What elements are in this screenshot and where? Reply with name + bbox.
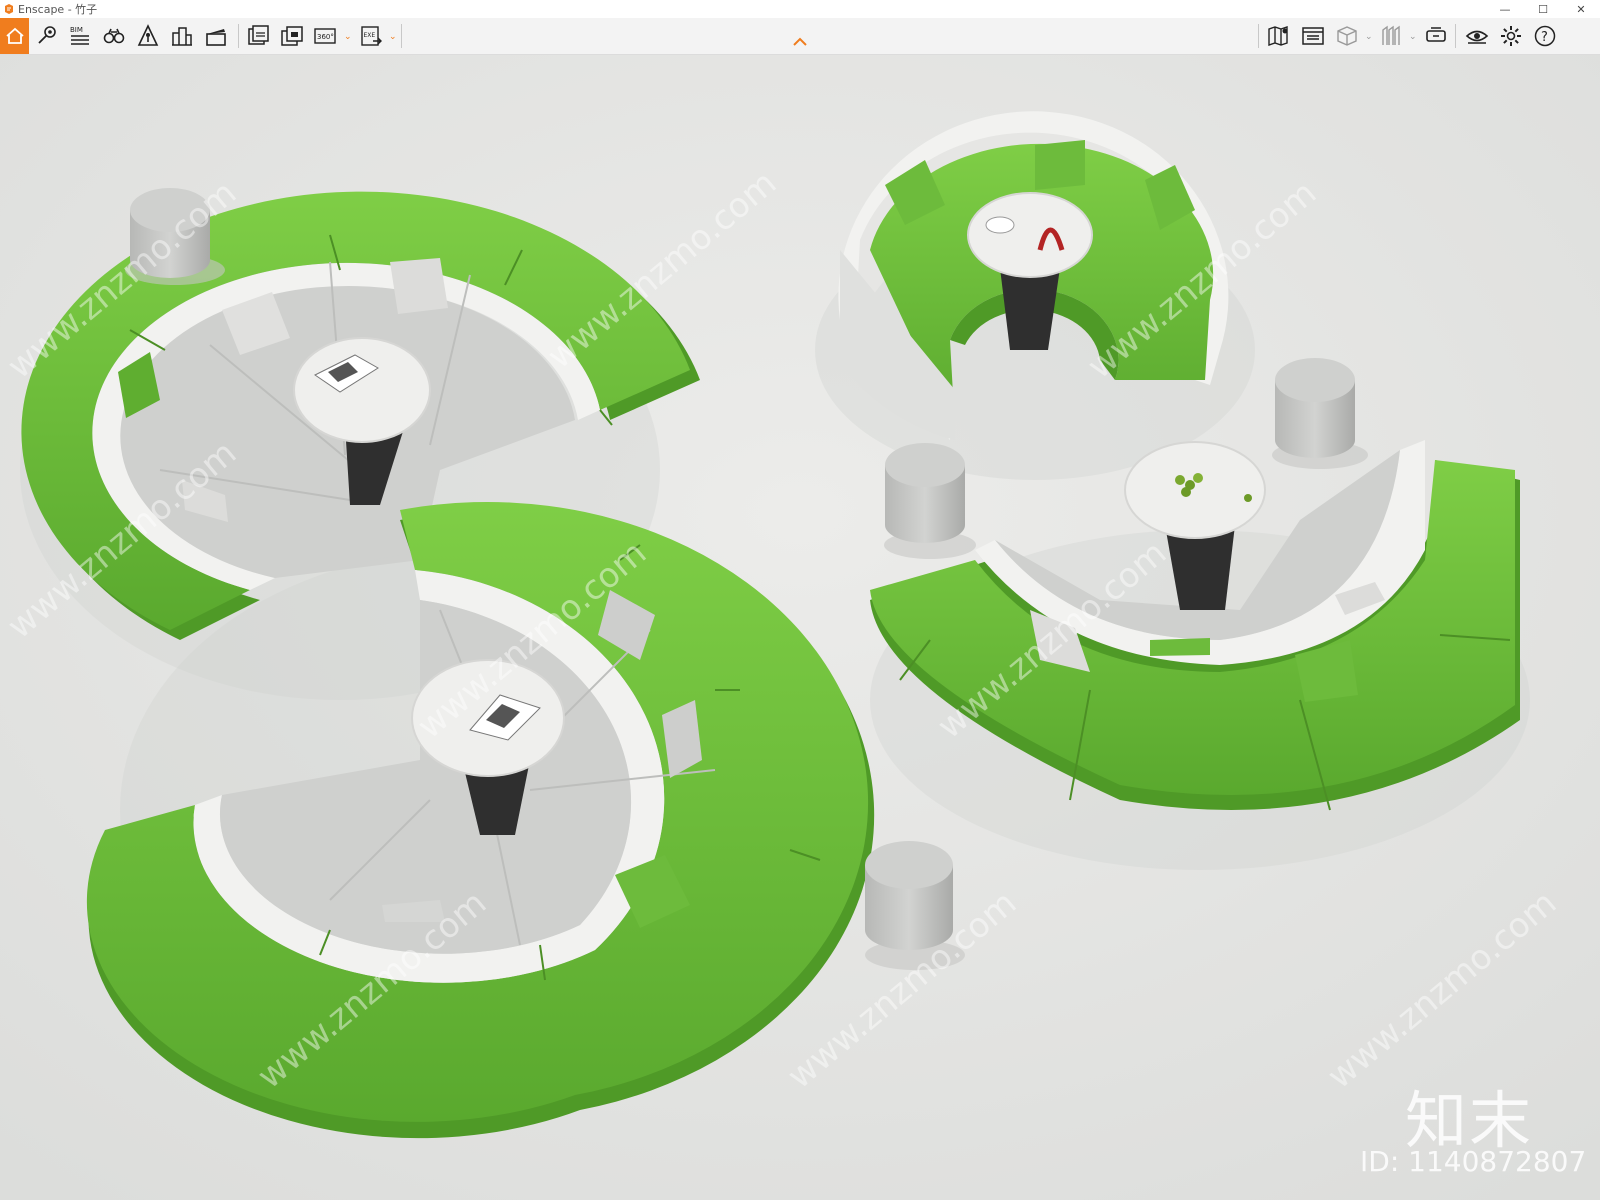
exe-export-button[interactable]: EXE <box>356 21 386 51</box>
map-button[interactable] <box>1264 21 1294 51</box>
info-panel-button[interactable] <box>1298 21 1328 51</box>
fly-mode-button[interactable] <box>133 21 163 51</box>
close-button[interactable]: ✕ <box>1562 0 1600 18</box>
toolbar-separator <box>1258 24 1259 48</box>
bim-button[interactable]: BIM <box>65 21 95 51</box>
toolbar-separator <box>401 24 402 48</box>
panorama-button[interactable]: 360° <box>311 21 341 51</box>
collapse-toolbar-icon[interactable] <box>792 34 808 48</box>
home-icon <box>5 27 24 44</box>
watermark-id: ID: 1140872807 <box>1360 1145 1587 1178</box>
bim-icon: BIM <box>70 26 89 45</box>
visual-settings-button[interactable] <box>1462 21 1492 51</box>
svg-text:EXE: EXE <box>364 32 376 39</box>
cube-dropdown-icon[interactable]: ⌄ <box>1365 32 1373 42</box>
window-title: Enscape - 竹子 <box>18 3 98 16</box>
stool-right-upper <box>1272 358 1368 469</box>
panorama-dropdown-icon[interactable]: ⌄ <box>344 32 352 42</box>
exe-dropdown-icon[interactable]: ⌄ <box>389 32 397 42</box>
render-viewport[interactable]: www.znzmo.com www.znzmo.com www.znzmo.co… <box>0 55 1600 1200</box>
exe-export-icon: EXE <box>361 26 382 46</box>
camera-path-button[interactable] <box>32 21 62 51</box>
svg-text:360°: 360° <box>317 33 334 41</box>
cube-button[interactable] <box>1332 21 1362 51</box>
screenshot-icon <box>248 25 269 45</box>
svg-text:BIM: BIM <box>70 26 83 34</box>
buildings-button[interactable] <box>167 21 197 51</box>
scene-render: www.znzmo.com www.znzmo.com www.znzmo.co… <box>0 55 1600 1200</box>
gear-icon <box>1501 26 1521 46</box>
help-button[interactable]: ? <box>1530 21 1560 51</box>
eye-icon <box>1465 30 1489 44</box>
svg-text:?: ? <box>1541 30 1548 45</box>
buildings-icon <box>172 27 192 46</box>
stool-center <box>884 443 976 559</box>
batch-render-icon <box>281 26 303 46</box>
map-icon <box>1268 26 1288 46</box>
info-panel-icon <box>1302 27 1324 45</box>
minimize-button[interactable]: — <box>1486 0 1524 18</box>
walk-mode-button[interactable] <box>99 21 129 51</box>
cube-icon <box>1337 26 1357 46</box>
vr-headset-icon <box>1426 27 1446 42</box>
triangle-person-icon <box>137 24 159 46</box>
vr-headset-button[interactable] <box>1421 21 1451 51</box>
toolbar-separator <box>238 24 239 48</box>
screenshot-button[interactable] <box>243 21 273 51</box>
home-button[interactable] <box>0 18 29 54</box>
title-bar: Enscape - 竹子 — ☐ ✕ <box>0 0 1600 18</box>
enscape-logo-icon <box>5 4 13 14</box>
clapperboard-icon <box>206 29 226 46</box>
batch-render-button[interactable] <box>277 21 307 51</box>
toolbar-separator <box>1455 24 1456 48</box>
panorama-icon: 360° <box>314 28 336 44</box>
clapperboard-button[interactable] <box>201 21 231 51</box>
window-controls: — ☐ ✕ <box>1486 0 1600 18</box>
help-icon: ? <box>1534 25 1556 47</box>
camera-path-icon <box>38 26 56 44</box>
settings-button[interactable] <box>1496 21 1526 51</box>
asset-dropdown-icon[interactable]: ⌄ <box>1409 32 1417 42</box>
asset-library-icon <box>1382 25 1400 45</box>
asset-library-button[interactable] <box>1376 21 1406 51</box>
maximize-button[interactable]: ☐ <box>1524 0 1562 18</box>
binoculars-icon <box>103 28 125 44</box>
